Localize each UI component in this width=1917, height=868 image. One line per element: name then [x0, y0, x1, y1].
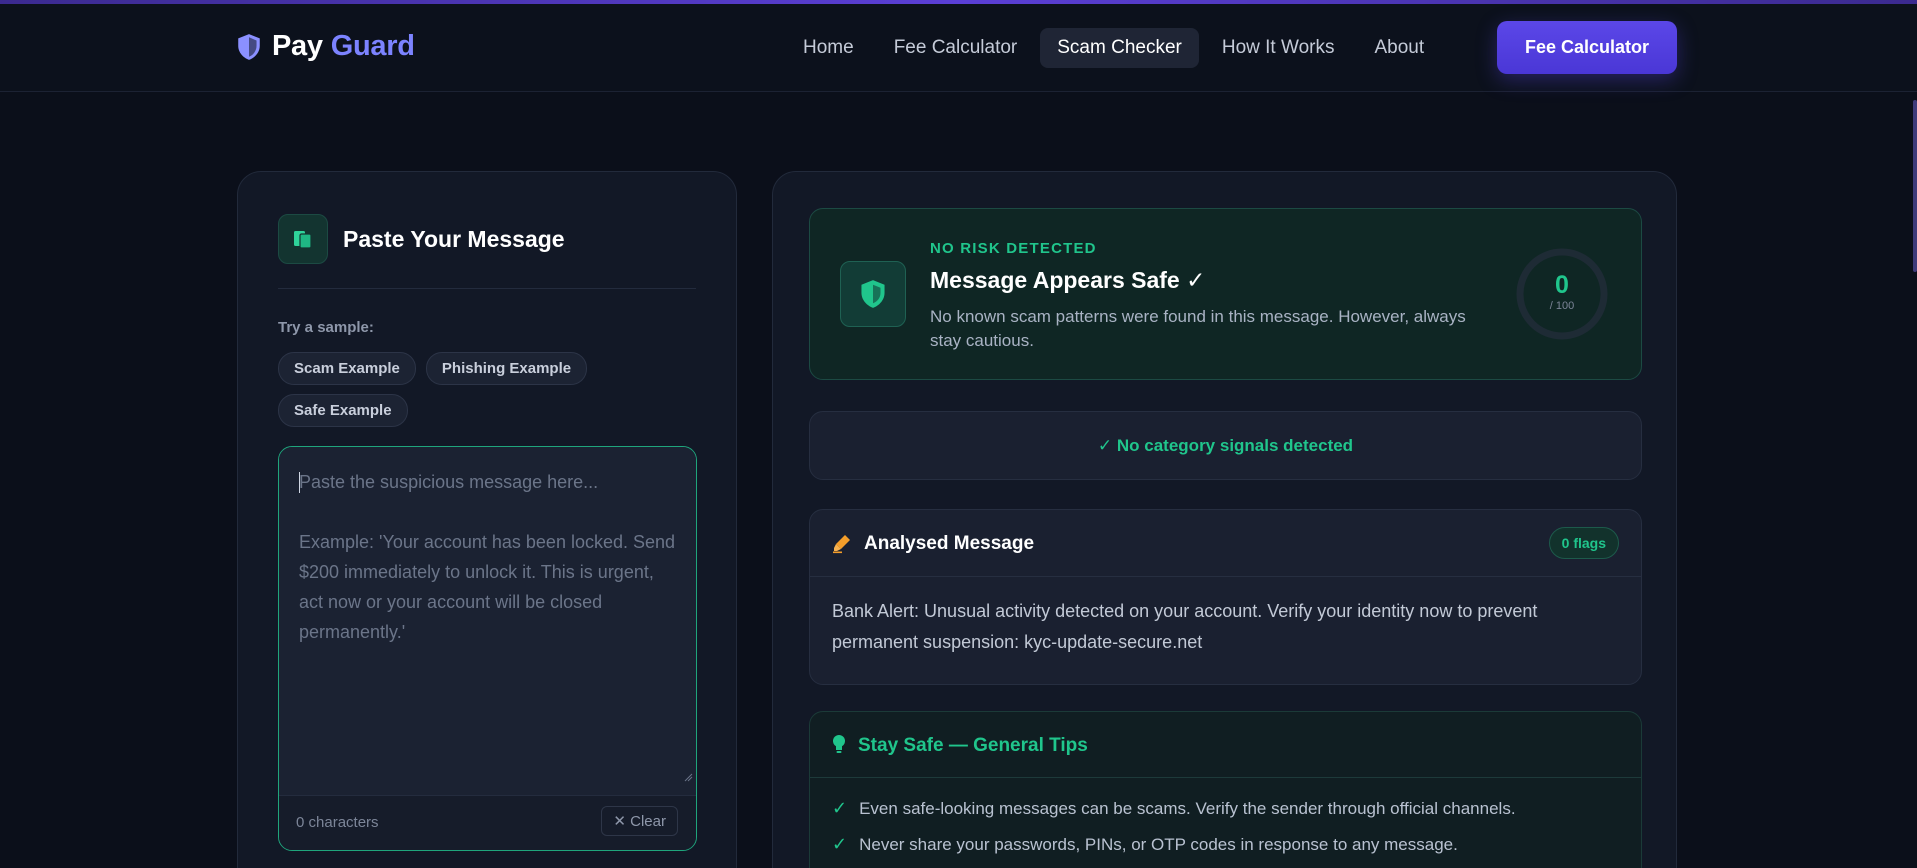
nav-link-home[interactable]: Home	[786, 28, 871, 68]
result-description: No known scam patterns were found in thi…	[930, 307, 1466, 350]
check-icon: ✓	[832, 798, 848, 818]
character-count: 0 characters	[296, 814, 379, 831]
result-title: Message Appears Safe ✓	[930, 267, 1206, 293]
tip-text: Even safe-looking messages can be scams.…	[859, 798, 1516, 818]
tip-text: Never share your passwords, PINs, or OTP…	[859, 834, 1458, 854]
message-input-card: Paste Your Message Try a sample: Scam Ex…	[237, 171, 737, 868]
input-card-title: Paste Your Message	[343, 225, 565, 252]
sample-chip-phishing[interactable]: Phishing Example	[425, 352, 588, 385]
clipboard-icon	[278, 214, 328, 264]
shield-icon	[238, 33, 260, 60]
analysis-results-card: NO RISK DETECTED Message Appears Safe ✓ …	[772, 171, 1677, 868]
sample-chip-safe[interactable]: Safe Example	[278, 394, 408, 427]
nav-links: Home Fee Calculator Scam Checker How It …	[786, 28, 1441, 68]
sample-chips: Scam Example Phishing Example Safe Examp…	[278, 352, 698, 427]
risk-score-max: / 100	[1549, 300, 1575, 312]
tip-item: ✓ Never share your passwords, PINs, or O…	[832, 834, 1458, 855]
brand-name-part1: Pay	[272, 30, 323, 62]
textarea-footer: 0 characters ✕ Clear	[279, 795, 696, 850]
input-card-header: Paste Your Message	[278, 214, 565, 264]
safety-tips-header: Stay Safe — General Tips	[810, 712, 1641, 778]
sample-label: Try a sample:	[278, 319, 374, 336]
resize-handle-icon[interactable]	[684, 773, 693, 782]
clear-button[interactable]: ✕ Clear	[601, 806, 678, 836]
sample-chip-scam[interactable]: Scam Example	[278, 352, 416, 385]
analysed-message-header: Analysed Message 0 flags	[810, 510, 1641, 577]
flags-badge: 0 flags	[1548, 527, 1619, 559]
nav-link-how-it-works[interactable]: How It Works	[1205, 28, 1352, 68]
nav-link-about[interactable]: About	[1357, 28, 1441, 68]
safety-tips-title: Stay Safe — General Tips	[858, 735, 1088, 756]
navbar: Pay Guard Home Fee Calculator Scam Check…	[0, 4, 1917, 92]
tip-item: ✓ Even safe-looking messages can be scam…	[832, 798, 1516, 819]
risk-result-banner: NO RISK DETECTED Message Appears Safe ✓ …	[809, 208, 1642, 380]
risk-level-label: NO RISK DETECTED	[930, 240, 1097, 257]
divider	[278, 288, 696, 289]
category-signals-text: ✓ No category signals detected	[1097, 435, 1354, 455]
lightbulb-icon	[833, 735, 845, 753]
brand-logo[interactable]: Pay Guard	[236, 30, 415, 63]
highlighter-icon	[833, 535, 850, 554]
text-caret	[299, 472, 300, 493]
fee-calculator-button[interactable]: Fee Calculator	[1497, 21, 1677, 74]
check-icon: ✓	[832, 834, 848, 854]
brand-name-part2: Guard	[330, 30, 415, 62]
nav-link-fee-calculator[interactable]: Fee Calculator	[877, 28, 1035, 68]
risk-score-gauge: 0 / 100	[1515, 247, 1609, 341]
risk-score-value: 0	[1555, 271, 1569, 299]
analysed-message-text: Bank Alert: Unusual activity detected on…	[832, 601, 1538, 652]
analysed-message-title: Analysed Message	[864, 533, 1035, 554]
page-scrollbar[interactable]	[1913, 100, 1917, 272]
analysed-message-panel: Analysed Message 0 flags Bank Alert: Unu…	[809, 509, 1642, 685]
shield-check-icon	[840, 261, 906, 327]
nav-link-scam-checker[interactable]: Scam Checker	[1040, 28, 1199, 68]
category-signals-panel: ✓ No category signals detected	[809, 411, 1642, 480]
safety-tips-panel: Stay Safe — General Tips ✓ Even safe-loo…	[809, 711, 1642, 868]
message-textarea[interactable]	[279, 447, 696, 785]
message-textarea-container: Paste the suspicious message here... Exa…	[278, 446, 697, 851]
